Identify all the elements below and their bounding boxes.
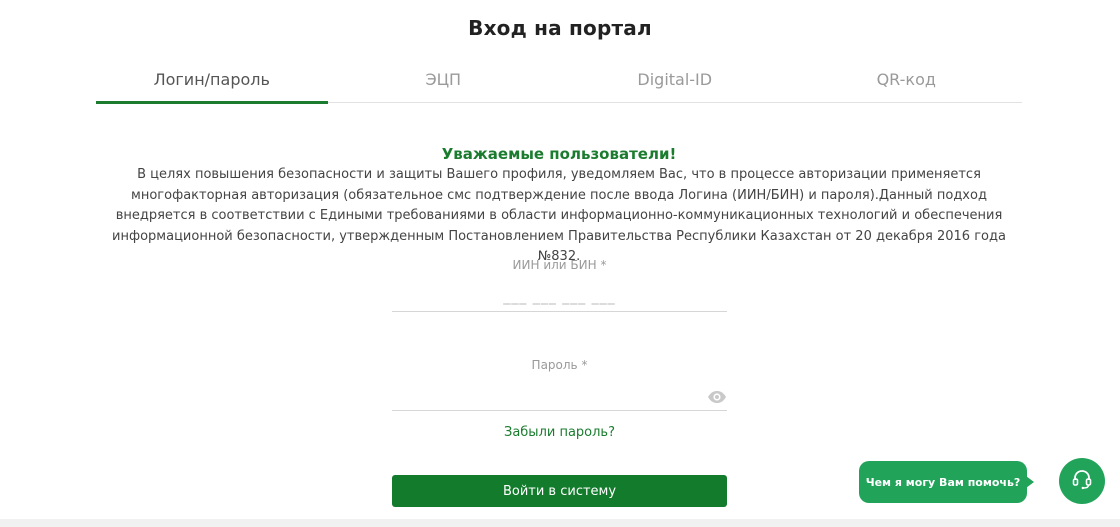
iin-field-wrap (392, 285, 727, 312)
headset-icon (1071, 468, 1093, 494)
page-bottom-band (0, 519, 1120, 527)
tab-login-password[interactable]: Логин/пароль (96, 66, 328, 104)
notice-text: В целях повышения безопасности и защиты … (112, 167, 1006, 264)
tab-digital-id[interactable]: Digital-ID (559, 66, 791, 102)
notice-title: Уважаемые пользователи! (441, 145, 677, 163)
page-title: Вход на портал (468, 16, 652, 40)
forgot-password-link[interactable]: Забыли пароль? (392, 425, 727, 440)
password-field-wrap (392, 384, 727, 411)
support-chat-button[interactable] (1059, 458, 1105, 504)
tab-eds[interactable]: ЭЦП (328, 66, 560, 102)
iin-field-label: ИИН или БИН * (512, 258, 607, 272)
login-method-tabs: Логин/пароль ЭЦП Digital-ID QR-код (96, 66, 1023, 104)
password-field-label-wrap: Пароль * (392, 358, 727, 372)
help-chat-text: Чем я могу Вам помочь? (865, 475, 1021, 489)
password-input[interactable] (392, 384, 727, 411)
login-button[interactable]: Войти в систему (392, 475, 727, 507)
security-notice: Уважаемые пользователи! В целях повышени… (96, 144, 1022, 268)
eye-icon[interactable] (707, 389, 727, 405)
help-chat-bubble[interactable]: Чем я могу Вам помочь? (859, 461, 1034, 503)
tab-qr-code[interactable]: QR-код (791, 66, 1023, 102)
iin-field-label-wrap: ИИН или БИН * (392, 258, 727, 272)
password-field-label: Пароль * (531, 358, 588, 372)
iin-input[interactable] (392, 285, 727, 312)
